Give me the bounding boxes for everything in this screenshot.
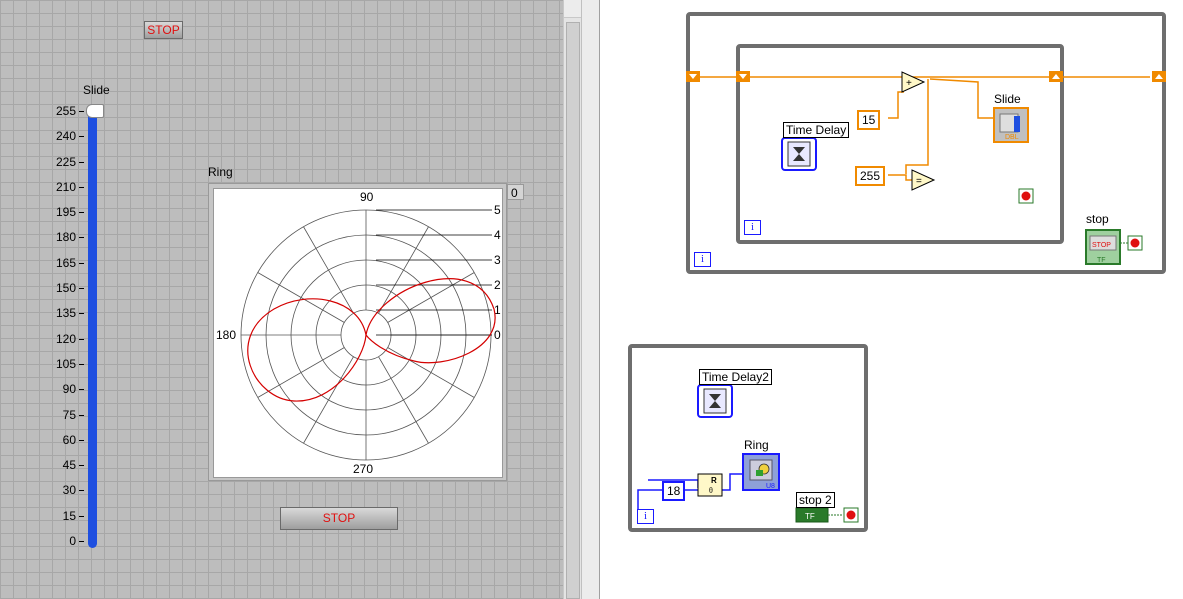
slide-tick-label: 45 [62,458,76,473]
constant-15[interactable]: 15 [857,110,881,130]
front-panel: STOP Slide 255 240 225 210 195 180 165 150 135 12… [0,0,563,599]
slide-tick-mark [79,136,84,138]
svg-text:TF: TF [1097,257,1106,264]
polar-grid-spoke [303,356,354,444]
slide-tick-mark [79,161,84,163]
polar-curve [365,278,496,364]
radial-label: 5 [494,203,501,217]
stop-button-bottom[interactable]: STOP [280,507,398,530]
polar-plot-frame: 543210 90 180 270 [208,183,507,481]
slide-tick-mark [79,515,84,517]
time-delay-label: Time Delay [783,122,850,138]
slide-tick-label: 225 [55,154,76,169]
slide-tick-label: 135 [55,306,76,321]
svg-text:θ: θ [709,486,713,495]
slide-tick-mark [79,490,84,492]
slide-tick-label: 15 [62,508,76,523]
angle-label-180: 180 [216,328,236,342]
svg-text:+: + [906,78,912,89]
slide-tick-mark [79,363,84,365]
ring-terminal-label: Ring [744,438,769,452]
polar-grid-spoke [378,356,429,444]
slide-knob[interactable] [86,104,104,118]
polar-plot-svg: 543210 90 180 270 [216,190,501,476]
polar-grid-spoke [257,272,345,323]
slide-tick-mark [79,389,84,391]
slide-tick-label: 150 [55,281,76,296]
radial-label: 2 [494,278,501,292]
svg-text:R: R [711,476,717,485]
svg-text:STOP: STOP [1092,242,1111,249]
slide-tick-label: 195 [55,205,76,220]
slide-tick-label: 165 [55,255,76,270]
slide-tick-label: 0 [69,534,76,548]
loop2-iteration: i [637,509,654,524]
scroll-up-arrow[interactable] [564,0,581,18]
slide-tick-mark [79,338,84,340]
slide-tick-label: 120 [55,331,76,346]
stop-terminal-label: stop [1086,212,1109,226]
angle-label-270: 270 [353,462,373,476]
slide-terminal-label: Slide [994,92,1021,106]
slide-tick-mark [79,439,84,441]
slide-tick-mark [79,212,84,214]
stop-button-top[interactable]: STOP [144,21,183,39]
ring-label: Ring [208,165,233,179]
outer-loop-iteration: i [694,252,711,267]
slide-tick-mark [79,465,84,467]
slide-tick-mark [79,288,84,290]
slide-tick-label: 105 [55,356,76,371]
scroll-thumb[interactable] [566,22,580,599]
slide-tick-mark [79,541,84,542]
polar-grid-spoke [387,347,475,398]
radial-label: 0 [494,328,501,342]
slide-tick-label: 30 [62,483,76,498]
ring-index-display[interactable]: 0 [507,184,524,200]
slide-track[interactable] [88,104,97,548]
svg-text:TF: TF [805,512,815,521]
stop2-label: stop 2 [796,492,835,508]
svg-text:=: = [916,176,922,187]
slide-tick-mark [79,262,84,264]
constant-255[interactable]: 255 [855,166,886,186]
convert-node: R θ [697,473,723,497]
polar-grid-spoke [378,226,429,314]
slide-terminal-type: DBL [1005,134,1019,141]
polar-plot[interactable]: 543210 90 180 270 [213,188,503,478]
slide-tick-mark [79,237,84,239]
slide-tick-mark [79,414,84,416]
slide-tick-label: 240 [55,129,76,144]
front-panel-scrollbar[interactable] [563,0,581,599]
svg-text:U8: U8 [766,483,775,490]
radial-label: 4 [494,228,501,242]
slide-tick-mark [79,313,84,315]
radial-label: 3 [494,253,501,267]
radial-labels: 543210 [376,203,501,342]
orange-wires [696,76,1150,181]
inner-loop-iteration: i [744,220,761,235]
slide-tick-label: 255 [55,104,76,118]
slide-label: Slide [83,83,110,97]
time-delay2-label: Time Delay2 [699,369,772,385]
constant-18[interactable]: 18 [662,481,686,501]
slide-tick-label: 90 [62,382,76,397]
slide-tick-label: 75 [62,407,76,422]
angle-label-90: 90 [360,190,374,204]
blue-wires [637,473,742,513]
slide-tick-mark [79,186,84,188]
slide-tick-label: 210 [55,179,76,194]
slide-tick-label: 180 [55,230,76,245]
block-diagram: + = STOP TF R θ U8 TF [628,12,1166,532]
polar-curve-lobe-left [247,298,367,402]
slide-tick-label: 60 [62,432,76,447]
slide-tick-mark [79,111,84,112]
